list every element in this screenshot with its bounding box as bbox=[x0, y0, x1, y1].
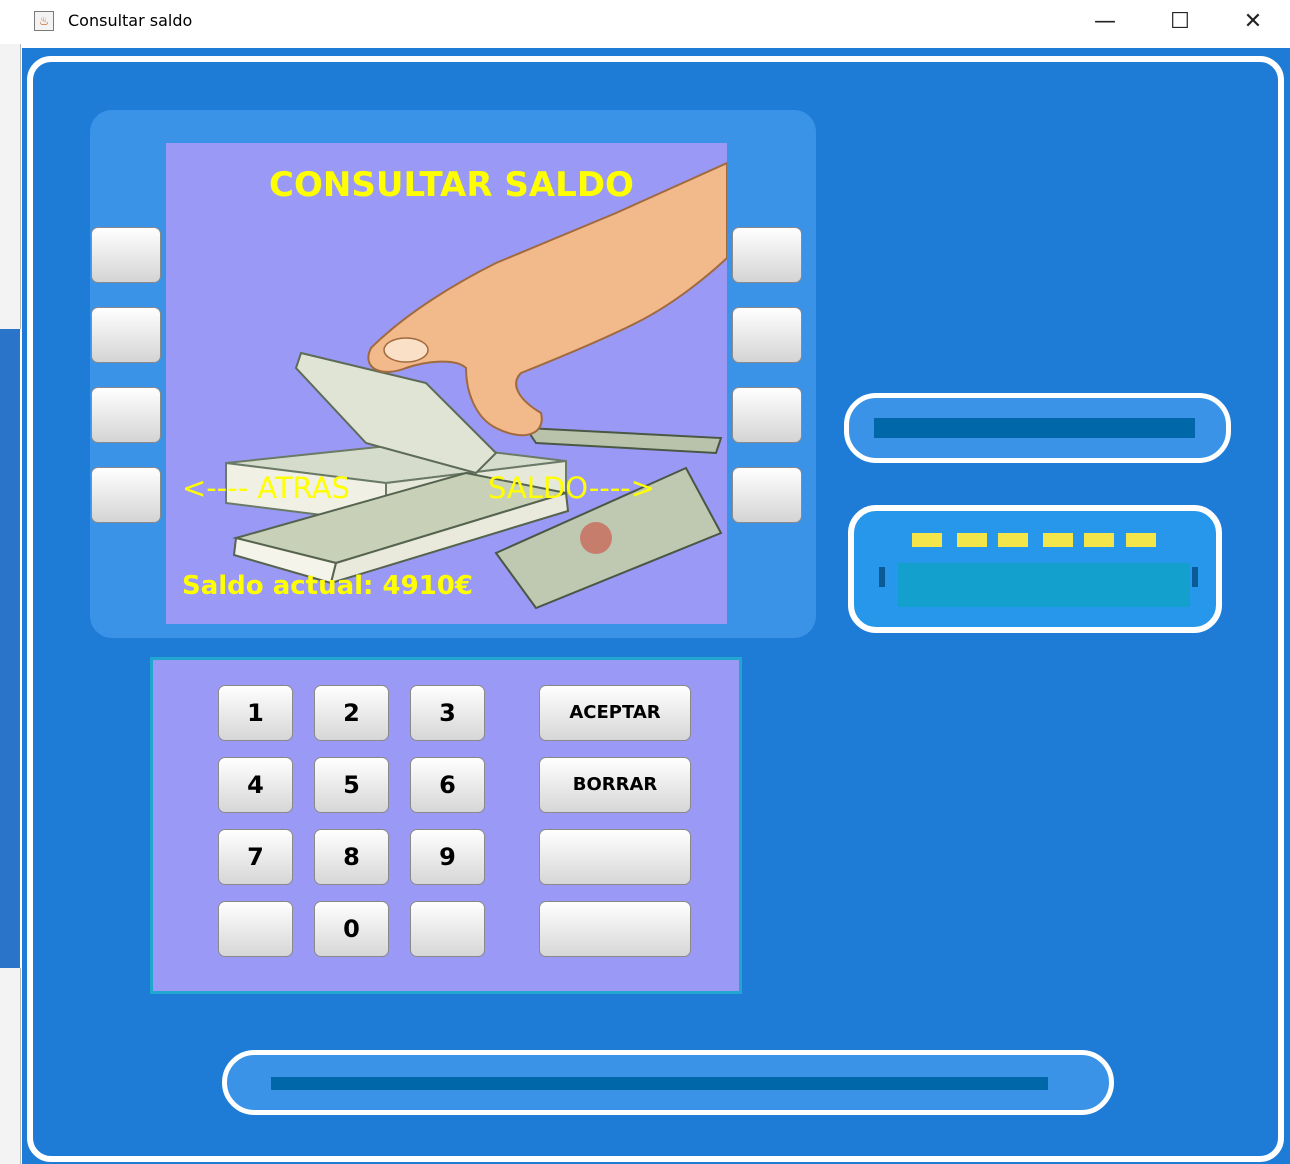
card-slot-light bbox=[912, 533, 942, 547]
screen-right-button-3[interactable] bbox=[732, 387, 802, 443]
screen-right-button-1[interactable] bbox=[732, 227, 802, 283]
screen-right-button-2[interactable] bbox=[732, 307, 802, 363]
screen-left-button-3[interactable] bbox=[91, 387, 161, 443]
balance-text: Saldo actual: 4910€ bbox=[182, 571, 473, 601]
key-7[interactable]: 7 bbox=[218, 829, 293, 885]
card-slot-light bbox=[1084, 533, 1114, 547]
key-blank-left[interactable] bbox=[218, 901, 293, 957]
key-5[interactable]: 5 bbox=[314, 757, 389, 813]
blank-function-button-2[interactable] bbox=[539, 901, 691, 957]
maximize-button[interactable]: ☐ bbox=[1145, 0, 1215, 44]
hand-counting-money-illustration bbox=[225, 161, 727, 610]
key-2[interactable]: 2 bbox=[314, 685, 389, 741]
blank-function-button-1[interactable] bbox=[539, 829, 691, 885]
accept-button[interactable]: ACEPTAR bbox=[539, 685, 691, 741]
nav-back-label: <---- ATRAS bbox=[182, 471, 350, 505]
card-slot-light bbox=[998, 533, 1028, 547]
close-button[interactable]: ✕ bbox=[1218, 0, 1288, 44]
key-4[interactable]: 4 bbox=[218, 757, 293, 813]
screen-left-button-back[interactable] bbox=[91, 467, 161, 523]
key-3[interactable]: 3 bbox=[410, 685, 485, 741]
minimize-button[interactable]: — bbox=[1070, 0, 1140, 44]
card-slot-light bbox=[1126, 533, 1156, 547]
card-slot-light bbox=[1043, 533, 1073, 547]
key-1[interactable]: 1 bbox=[218, 685, 293, 741]
receipt-slot-opening bbox=[874, 418, 1195, 438]
key-9[interactable]: 9 bbox=[410, 829, 485, 885]
card-slot-light bbox=[957, 533, 987, 547]
card-slot-edge bbox=[1192, 567, 1198, 587]
key-8[interactable]: 8 bbox=[314, 829, 389, 885]
bank-card[interactable] bbox=[898, 563, 1190, 607]
card-slot-edge bbox=[879, 567, 885, 587]
screen-left-button-2[interactable] bbox=[91, 307, 161, 363]
cash-dispenser-opening bbox=[271, 1077, 1048, 1090]
key-blank-right[interactable] bbox=[410, 901, 485, 957]
window-title: Consultar saldo bbox=[68, 11, 193, 30]
screen-left-button-1[interactable] bbox=[91, 227, 161, 283]
background-window-strip-top bbox=[0, 44, 21, 329]
screen-right-button-balance[interactable] bbox=[732, 467, 802, 523]
atm-screen: CONSULTAR SALDO <---- ATRAS SALDO----> S… bbox=[166, 143, 727, 624]
java-coffee-icon: ♨ bbox=[34, 11, 54, 31]
delete-button[interactable]: BORRAR bbox=[539, 757, 691, 813]
key-6[interactable]: 6 bbox=[410, 757, 485, 813]
window-titlebar: ♨ Consultar saldo — ☐ ✕ bbox=[0, 0, 1290, 44]
nav-balance-label: SALDO----> bbox=[488, 471, 656, 505]
key-0[interactable]: 0 bbox=[314, 901, 389, 957]
background-window-strip-bottom bbox=[0, 968, 21, 1164]
screen-title: CONSULTAR SALDO bbox=[269, 165, 634, 205]
